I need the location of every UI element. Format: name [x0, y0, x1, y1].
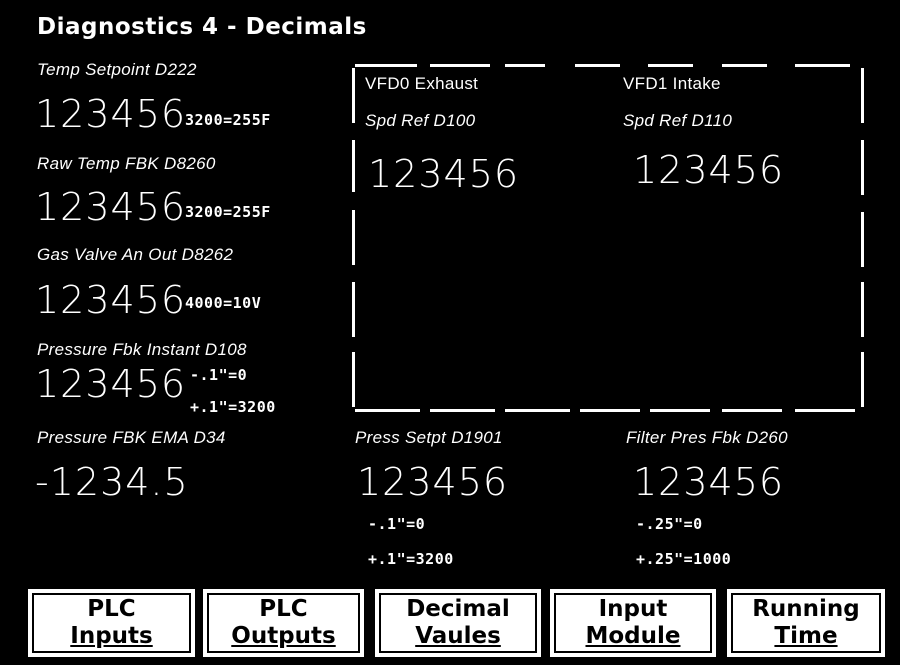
running-time-button[interactable]: Running Time: [724, 586, 888, 660]
plc-inputs-line1: PLC: [87, 596, 136, 622]
press-setpt-label: Press Setpt D1901: [355, 428, 503, 447]
vfd1-spd-ref-value: 123456: [633, 148, 785, 192]
plc-inputs-button[interactable]: PLC Inputs: [25, 586, 198, 660]
raw-temp-value: 123456: [35, 185, 187, 229]
decimal-values-button[interactable]: Decimal Vaules: [372, 586, 544, 660]
gas-valve-scale: 4000=10V: [185, 294, 262, 312]
input-module-button[interactable]: Input Module: [547, 586, 719, 660]
input-module-line1: Input: [598, 596, 668, 622]
filter-press-scale-high: +.25"=1000: [636, 550, 732, 568]
plc-outputs-line2: Outputs: [231, 623, 336, 649]
page-title: Diagnostics 4 - Decimals: [37, 14, 367, 40]
input-module-line2: Module: [585, 623, 681, 649]
vfd1-spd-ref-label: Spd Ref D110: [623, 111, 733, 130]
vfd0-spd-ref-value: 123456: [368, 152, 520, 196]
filter-press-scale-low: -.25"=0: [636, 515, 703, 533]
gas-valve-value: 123456: [35, 278, 187, 322]
vfd0-label: VFD0 Exhaust: [365, 74, 479, 93]
pressure-instant-value: 123456: [35, 362, 187, 406]
plc-inputs-line2: Inputs: [70, 623, 153, 649]
running-time-line1: Running: [752, 596, 860, 622]
vfd1-label: VFD1 Intake: [623, 74, 721, 93]
decimal-values-line1: Decimal: [406, 596, 510, 622]
press-setpt-scale-high: +.1"=3200: [368, 550, 454, 568]
plc-outputs-button[interactable]: PLC Outputs: [200, 586, 367, 660]
running-time-line2: Time: [774, 623, 838, 649]
pressure-ema-label: Pressure FBK EMA D34: [37, 428, 226, 447]
gas-valve-label: Gas Valve An Out D8262: [37, 245, 234, 264]
temp-setpoint-label: Temp Setpoint D222: [37, 60, 197, 79]
temp-setpoint-value: 123456: [35, 92, 187, 136]
pressure-instant-label: Pressure Fbk Instant D108: [37, 340, 247, 359]
plc-outputs-line1: PLC: [259, 596, 308, 622]
decimal-values-line2: Vaules: [415, 623, 501, 649]
pressure-instant-scale-high: +.1"=3200: [190, 398, 276, 416]
raw-temp-scale: 3200=255F: [185, 203, 271, 221]
raw-temp-label: Raw Temp FBK D8260: [37, 154, 216, 173]
pressure-ema-value: -1234.5: [35, 460, 189, 504]
temp-setpoint-scale: 3200=255F: [185, 111, 271, 129]
filter-press-label: Filter Pres Fbk D260: [626, 428, 788, 447]
vfd0-spd-ref-label: Spd Ref D100: [365, 111, 476, 130]
press-setpt-scale-low: -.1"=0: [368, 515, 426, 533]
pressure-instant-scale-low: -.1"=0: [190, 366, 248, 384]
filter-press-value: 123456: [633, 460, 785, 504]
press-setpt-value: 123456: [357, 460, 509, 504]
